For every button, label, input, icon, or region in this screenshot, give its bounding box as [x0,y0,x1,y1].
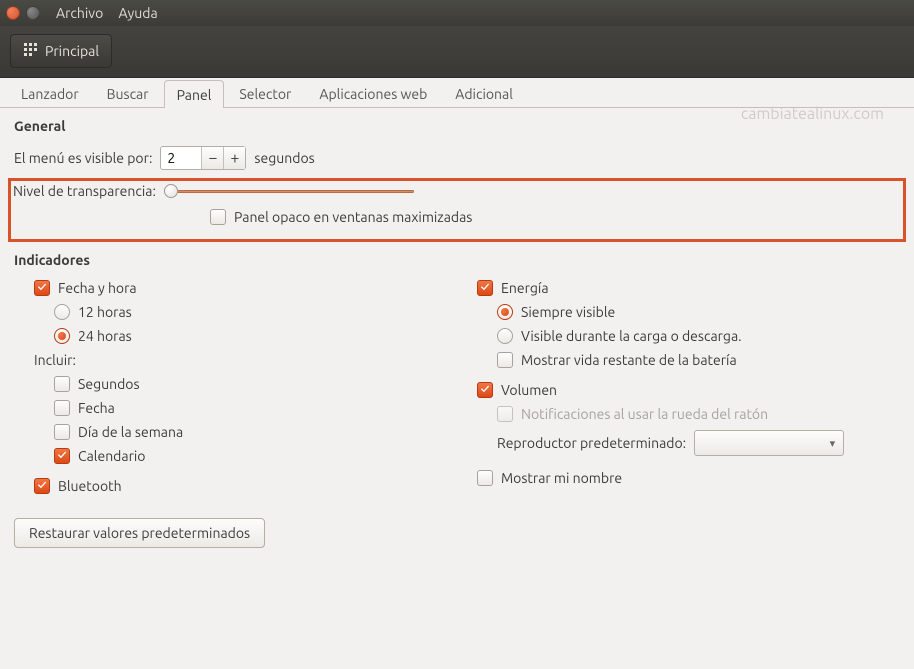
menu-visible-input[interactable] [161,147,201,169]
datetime-checkbox[interactable]: Fecha y hora [34,280,437,296]
tab-bar: Lanzador Buscar Panel Selector Aplicacio… [0,78,914,108]
checkbox-icon [54,448,70,464]
menu-visible-row: El menú es visible por: − + segundos [14,146,900,170]
opaque-panel-label: Panel opaco en ventanas maximizadas [234,209,472,225]
always-visible-radio[interactable]: Siempre visible [497,304,900,320]
toolbar: Principal [0,26,914,78]
weekday-checkbox[interactable]: Día de la semana [54,424,437,440]
checkbox-icon [34,478,50,494]
date-checkbox[interactable]: Fecha [54,400,437,416]
default-player-row: Reproductor predeterminado: [497,430,900,456]
datetime-label: Fecha y hora [58,280,137,296]
default-player-combo[interactable] [694,430,844,456]
grid-icon [23,42,39,61]
energy-checkbox[interactable]: Energía [477,280,900,296]
transparency-label: Nivel de transparencia: [13,183,156,199]
volume-checkbox[interactable]: Volumen [477,382,900,398]
wheel-notify-checkbox: Notificaciones al usar la rueda del rató… [497,406,900,422]
date-label: Fecha [78,400,115,416]
radio-icon [54,304,70,320]
hours12-radio[interactable]: 12 horas [54,304,437,320]
menu-visible-plus[interactable]: + [223,147,245,169]
volume-label: Volumen [501,382,557,398]
minimize-window-button[interactable] [26,6,40,20]
menu-visible-minus[interactable]: − [201,147,223,169]
charging-label: Visible durante la carga o descarga. [521,328,742,344]
charging-radio[interactable]: Visible durante la carga o descarga. [497,328,900,344]
radio-icon [497,304,513,320]
checkbox-icon [54,376,70,392]
menu-visible-stepper[interactable]: − + [160,146,246,170]
slider-thumb[interactable] [164,184,178,198]
tab-adicional[interactable]: Adicional [442,79,526,107]
battery-remaining-checkbox[interactable]: Mostrar vida restante de la batería [497,352,900,368]
tab-selector[interactable]: Selector [226,79,304,107]
transparency-row: Nivel de transparencia: [13,183,897,199]
seconds-label: Segundos [78,376,140,392]
tab-panel[interactable]: Panel [164,80,225,108]
bluetooth-checkbox[interactable]: Bluetooth [34,478,437,494]
checkbox-icon [497,352,513,368]
checkbox-icon [477,470,493,486]
wheel-notify-label: Notificaciones al usar la rueda del rató… [521,406,768,422]
right-column: Energía Siempre visible Visible durante … [477,280,900,502]
toolbar-main-button[interactable]: Principal [10,34,112,68]
show-name-label: Mostrar mi nombre [501,470,622,486]
menu-visible-label: El menú es visible por: [14,150,152,166]
close-window-button[interactable] [6,6,20,20]
tab-aplicaciones-web[interactable]: Aplicaciones web [306,79,440,107]
section-general-title: General [14,118,900,134]
checkbox-icon [210,209,226,225]
toolbar-main-label: Principal [45,43,99,59]
energy-label: Energía [501,280,549,296]
checkbox-icon [34,280,50,296]
content-area: General El menú es visible por: − + segu… [0,108,914,562]
checkbox-icon [54,400,70,416]
slider-track [164,190,414,193]
radio-icon [54,328,70,344]
left-column: Fecha y hora 12 horas 24 horas Incluir: … [14,280,437,502]
always-visible-label: Siempre visible [521,304,615,320]
battery-remaining-label: Mostrar vida restante de la batería [521,352,737,368]
menu-help[interactable]: Ayuda [118,5,157,21]
calendar-label: Calendario [78,448,145,464]
radio-icon [497,328,513,344]
default-player-label: Reproductor predeterminado: [497,435,686,451]
menubar: Archivo Ayuda [56,5,170,21]
include-label: Incluir: [34,352,437,368]
checkbox-icon [477,280,493,296]
checkbox-icon [54,424,70,440]
checkbox-icon [497,406,513,422]
checkbox-icon [477,382,493,398]
menu-file[interactable]: Archivo [56,5,103,21]
hours24-radio[interactable]: 24 horas [54,328,437,344]
tab-buscar[interactable]: Buscar [94,79,162,107]
seconds-checkbox[interactable]: Segundos [54,376,437,392]
tab-lanzador[interactable]: Lanzador [8,79,92,107]
section-indicators-title: Indicadores [14,252,900,268]
weekday-label: Día de la semana [78,424,183,440]
bluetooth-label: Bluetooth [58,478,122,494]
transparency-slider[interactable] [164,184,414,198]
menu-visible-unit: segundos [254,150,314,166]
window-titlebar: Archivo Ayuda [0,0,914,26]
calendar-checkbox[interactable]: Calendario [54,448,437,464]
hours12-label: 12 horas [78,304,132,320]
show-name-checkbox[interactable]: Mostrar mi nombre [477,470,900,486]
opaque-panel-checkbox[interactable]: Panel opaco en ventanas maximizadas [210,209,897,225]
transparency-highlight: Nivel de transparencia: Panel opaco en v… [8,178,906,242]
restore-defaults-button[interactable]: Restaurar valores predeterminados [14,518,265,548]
hours24-label: 24 horas [78,328,132,344]
